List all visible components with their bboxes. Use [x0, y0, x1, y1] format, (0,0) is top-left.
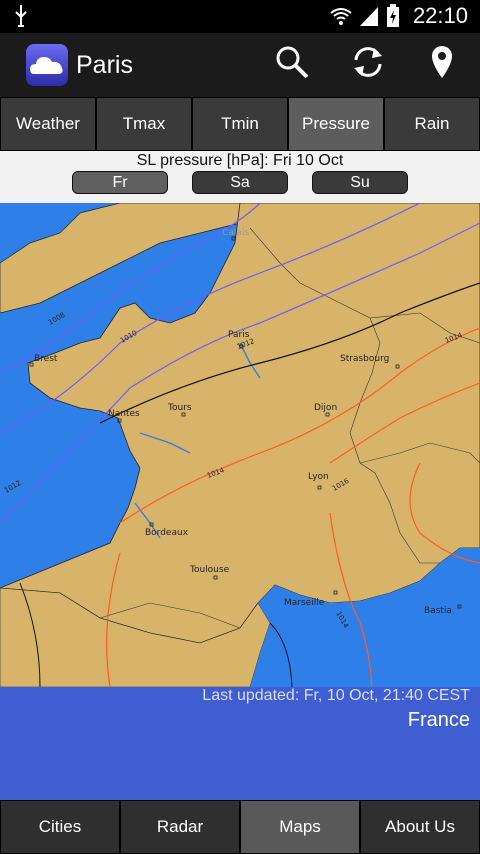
map-canvas: 1008 1010 1012 1012 1014 1014 1016 1014 …: [0, 203, 480, 687]
tab-rain[interactable]: Rain: [385, 98, 479, 150]
day-button-su[interactable]: Su: [312, 171, 408, 194]
last-updated-text: Last updated: Fr, 10 Oct, 21:40 CEST: [202, 687, 470, 704]
tab-weather[interactable]: Weather: [1, 98, 95, 150]
svg-text:Toulouse: Toulouse: [189, 565, 230, 575]
svg-text:Nantes: Nantes: [108, 409, 140, 419]
location-button[interactable]: [422, 44, 462, 84]
day-button-fr[interactable]: Fr: [72, 171, 168, 194]
isobar-label: 1012: [3, 479, 22, 495]
action-bar: [0, 33, 480, 97]
bottom-navigation: Cities Radar Maps About Us: [0, 800, 480, 854]
wifi-icon: [330, 5, 352, 31]
nav-about-us[interactable]: About Us: [361, 801, 479, 853]
svg-text:Bastia: Bastia: [424, 606, 452, 616]
status-time: 22:10: [412, 3, 468, 28]
search-icon: [274, 44, 310, 84]
tab-tmax[interactable]: Tmax: [97, 98, 191, 150]
svg-text:Bordeaux: Bordeaux: [145, 528, 189, 538]
svg-text:Marseille: Marseille: [284, 598, 325, 608]
nav-maps[interactable]: Maps: [241, 801, 359, 853]
isobar-label: 1008: [47, 311, 66, 327]
map-title: SL pressure [hPa]: Fri 10 Oct: [136, 152, 344, 169]
svg-text:Calais: Calais: [222, 228, 249, 238]
map-footer: Last updated: Fr, 10 Oct, 21:40 CEST Fra…: [0, 687, 480, 800]
map-header: SL pressure [hPa]: Fri 10 Oct Fr Sa Su: [0, 151, 480, 203]
day-button-sa[interactable]: Sa: [192, 171, 288, 194]
status-bar: 22:10: [0, 0, 480, 33]
svg-text:Brest: Brest: [34, 354, 58, 364]
battery-icon: [386, 4, 400, 32]
svg-text:Strasbourg: Strasbourg: [340, 354, 389, 364]
refresh-button[interactable]: [348, 44, 388, 84]
app-title: Paris: [76, 51, 133, 79]
location-pin-icon: [428, 44, 456, 84]
svg-text:Paris: Paris: [228, 330, 250, 340]
pressure-map[interactable]: 1008 1010 1012 1012 1014 1014 1016 1014 …: [0, 203, 480, 687]
usb-icon: [12, 4, 30, 32]
svg-text:Tours: Tours: [167, 403, 192, 413]
nav-cities[interactable]: Cities: [1, 801, 119, 853]
tab-pressure[interactable]: Pressure: [289, 98, 383, 150]
app-logo-icon[interactable]: [26, 44, 68, 86]
signal-icon: [358, 5, 380, 31]
region-label: France: [407, 709, 470, 731]
svg-text:Lyon: Lyon: [308, 472, 329, 482]
search-button[interactable]: [272, 44, 312, 84]
svg-text:Dijon: Dijon: [314, 403, 337, 413]
refresh-icon: [350, 44, 386, 84]
tab-tmin[interactable]: Tmin: [193, 98, 287, 150]
nav-radar[interactable]: Radar: [121, 801, 239, 853]
map-type-tabs: Weather Tmax Tmin Pressure Rain: [0, 97, 480, 151]
